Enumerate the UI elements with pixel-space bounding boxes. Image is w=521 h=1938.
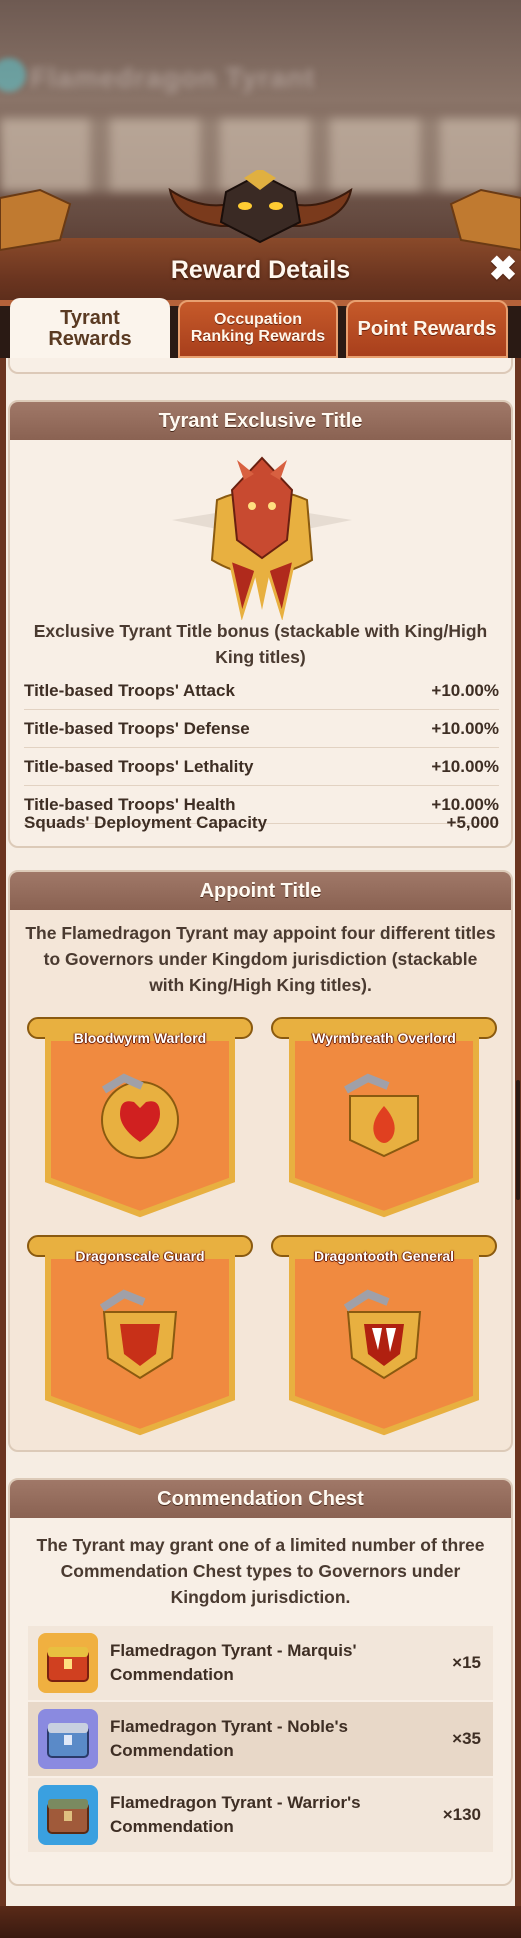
tab-label: Point Rewards [357,317,497,340]
appoint-banner-dragontooth[interactable]: Dragontooth General [268,1228,500,1438]
appoint-description: The Flamedragon Tyrant may appoint four … [25,923,496,995]
appoint-title-card: Appoint Title The Flamedragon Tyrant may… [8,870,513,1452]
tab-label: Tyrant Rewards [48,307,132,350]
tab-tyrant-rewards[interactable]: Tyrant Rewards [10,298,170,360]
chest-item-noble[interactable]: Flamedragon Tyrant - Noble's Commendatio… [28,1702,493,1776]
page-title: Reward Details [170,256,351,284]
chest-name: Flamedragon Tyrant - Warrior's Commendat… [110,1793,361,1836]
card-heading: Appoint Title [10,872,511,910]
tab-occupation-ranking-rewards[interactable]: Occupation Ranking Rewards [178,300,338,358]
chest-item-marquis[interactable]: Flamedragon Tyrant - Marquis' Commendati… [28,1626,493,1700]
stat-row-deployment: Squads' Deployment Capacity +5,000 [24,804,499,842]
stat-label: Squads' Deployment Capacity [24,813,268,832]
banner-label: Dragontooth General [313,1248,454,1264]
rewards-scroll-panel[interactable]: Tyrant Exclusive Title Exclusive Tyrant … [0,358,521,1906]
stat-row-lethality: Title-based Troops' Lethality +10.00% [24,748,499,786]
chest-name: Flamedragon Tyrant - Noble's Commendatio… [110,1717,348,1760]
scrollbar-thumb[interactable] [516,1080,520,1200]
banner-label: Bloodwyrm Warlord [73,1030,207,1046]
stat-label: Title-based Troops' Attack [24,680,235,700]
appoint-banner-wyrmbreath[interactable]: Wyrmbreath Overlord [268,1010,500,1220]
chest-item-warrior[interactable]: Flamedragon Tyrant - Warrior's Commendat… [28,1778,493,1852]
tyrant-emblem-icon [172,456,352,620]
stat-value: +10.00% [431,718,499,738]
stat-label: Title-based Troops' Lethality [24,756,254,776]
marquis-chest-icon [38,1633,98,1693]
previous-card-edge [8,358,513,374]
stat-row-defense: Title-based Troops' Defense +10.00% [24,710,499,748]
stat-label: Title-based Troops' Defense [24,718,250,738]
chest-count: ×130 [442,1805,481,1824]
title-description: Exclusive Tyrant Title bonus (stackable … [33,621,488,667]
dragon-head-ornament-icon [0,170,521,252]
chest-count: ×35 [452,1729,481,1748]
bottom-frame [0,1906,521,1938]
stat-row-attack: Title-based Troops' Attack +10.00% [24,672,499,710]
appoint-banner-dragonscale[interactable]: Dragonscale Guard [24,1228,256,1438]
tab-point-rewards[interactable]: Point Rewards [346,300,508,358]
chest-name: Flamedragon Tyrant - Marquis' Commendati… [110,1641,357,1684]
appoint-banner-bloodwyrm[interactable]: Bloodwyrm Warlord [24,1010,256,1220]
stat-value: +10.00% [431,756,499,776]
blurred-icon [0,58,26,92]
blurred-title: Flamedragon Tyrant [30,62,316,93]
card-heading: Commendation Chest [10,1480,511,1518]
noble-chest-icon [38,1709,98,1769]
chest-count: ×15 [452,1653,481,1672]
stat-value: +10.00% [431,680,499,700]
stat-value: +5,000 [446,813,499,832]
close-button[interactable]: ✖ [486,252,520,286]
commendation-chest-card: Commendation Chest The Tyrant may grant … [8,1478,513,1886]
banner-label: Dragonscale Guard [75,1248,205,1264]
exclusive-title-card: Tyrant Exclusive Title Exclusive Tyrant … [8,400,513,848]
warrior-chest-icon [38,1785,98,1845]
tab-label: Occupation Ranking Rewards [190,311,326,345]
card-heading: Tyrant Exclusive Title [10,402,511,440]
chest-description: The Tyrant may grant one of a limited nu… [36,1535,485,1607]
banner-label: Wyrmbreath Overlord [312,1030,456,1046]
